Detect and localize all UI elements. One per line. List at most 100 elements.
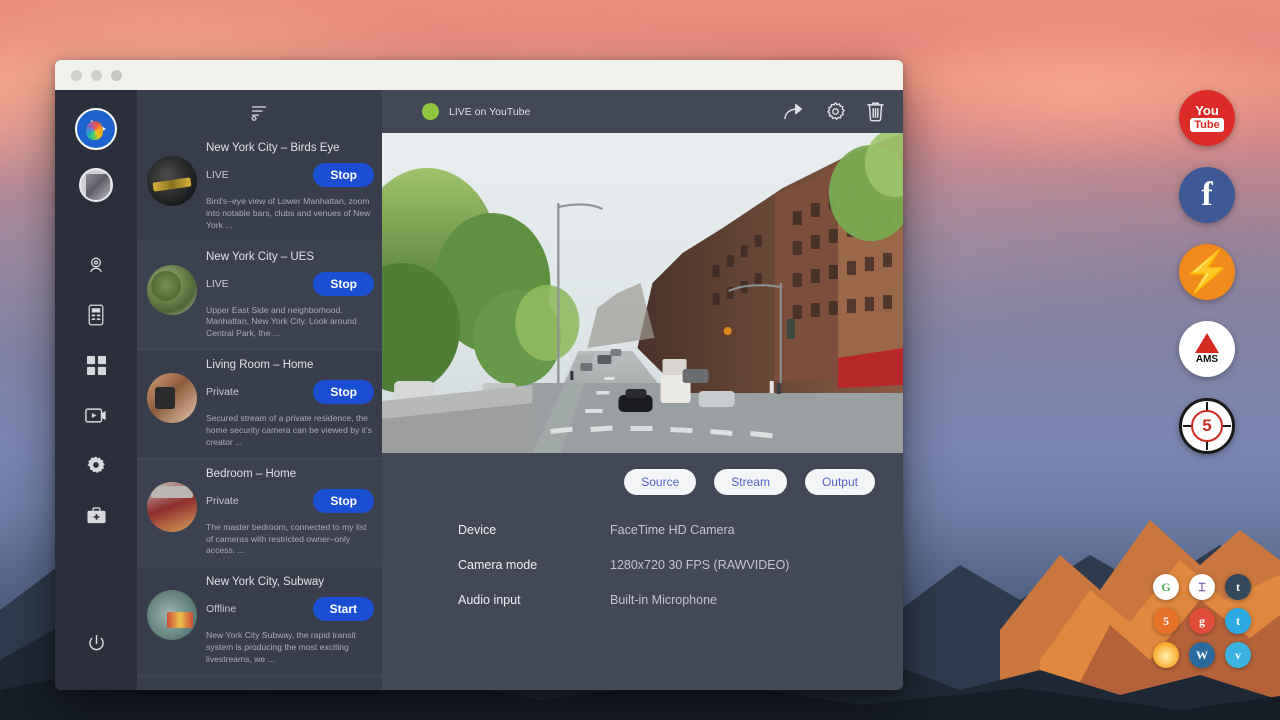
camera-status-row: LIVE Stop: [206, 163, 374, 187]
camera-info: Living Room – Home Private Stop Secured …: [206, 359, 374, 449]
camera-status-row: Offline Start: [206, 597, 374, 621]
filter-icon[interactable]: [249, 101, 271, 123]
info-label: Audio input: [458, 593, 610, 607]
adobe-triangle-icon: [1195, 333, 1219, 353]
camera-description: Upper East Side and neighborhood. Manhat…: [206, 305, 374, 341]
desktop-mini-icons: G ⌶ t 5 g t W v: [1149, 570, 1256, 672]
five-mini-icon[interactable]: 5: [1153, 608, 1179, 634]
sidebar-item-webcam[interactable]: [55, 240, 137, 290]
camera-status-row: Private Stop: [206, 489, 374, 513]
desktop-wallpaper: New York City – Birds Eye LIVE Stop Bird…: [0, 0, 1280, 720]
list-item[interactable]: Bedroom – Home Private Stop The master b…: [137, 459, 382, 568]
camera-action-button[interactable]: Stop: [313, 163, 374, 187]
youtube-line1: You: [1195, 104, 1219, 117]
camera-description: Secured stream of a private residence, t…: [206, 413, 374, 449]
video-preview[interactable]: [382, 133, 903, 453]
sidebar-item-settings[interactable]: [55, 440, 137, 490]
main-panel: LIVE on YouTube: [382, 90, 903, 690]
camera-list-panel: New York City – Birds Eye LIVE Stop Bird…: [137, 90, 382, 690]
close-button[interactable]: [71, 70, 82, 81]
main-header: LIVE on YouTube: [382, 90, 903, 133]
tab-source[interactable]: Source: [624, 469, 696, 495]
list-header: [137, 90, 382, 133]
header-actions: [783, 101, 885, 122]
tumblr-icon[interactable]: t: [1225, 574, 1251, 600]
camera-action-button[interactable]: Stop: [313, 272, 374, 296]
wordpress-icon[interactable]: W: [1189, 642, 1215, 668]
google-plus-mini-icon[interactable]: g: [1189, 608, 1215, 634]
info-label: Device: [458, 523, 610, 537]
camera-description: The master bedroom, connected to my list…: [206, 522, 374, 558]
settings-tabs: Source Stream Output: [382, 453, 903, 495]
live-dot-icon: [422, 103, 439, 120]
ams-label: AMS: [1196, 354, 1218, 365]
minimize-button[interactable]: [91, 70, 102, 81]
title-bar: [55, 60, 903, 90]
camera-title: New York City – UES: [206, 251, 374, 263]
camera-list[interactable]: New York City – Birds Eye LIVE Stop Bird…: [137, 133, 382, 690]
youtube-line2: Tube: [1190, 118, 1223, 132]
sidebar-item-grid[interactable]: [55, 340, 137, 390]
gear-icon[interactable]: [825, 101, 846, 122]
status-badge: LIVE: [206, 169, 229, 181]
sidebar-item-power[interactable]: [55, 618, 137, 668]
camera-action-button[interactable]: Stop: [313, 489, 374, 513]
twitter-mini-icon[interactable]: t: [1225, 608, 1251, 634]
live-status: LIVE on YouTube: [422, 103, 530, 120]
sidebar-item-device[interactable]: [55, 290, 137, 340]
grabyo-icon[interactable]: G: [1153, 574, 1179, 600]
sidebar-item-video[interactable]: [55, 390, 137, 440]
trash-icon[interactable]: [866, 101, 885, 122]
camera-title: Bedroom – Home: [206, 468, 374, 480]
camera-action-button[interactable]: Stop: [313, 380, 374, 404]
avatar[interactable]: [79, 168, 113, 202]
channel-five-desktop-icon[interactable]: 5: [1179, 398, 1235, 454]
status-badge: Private: [206, 386, 239, 398]
camera-info: Bedroom – Home Private Stop The master b…: [206, 468, 374, 558]
vimeo-icon[interactable]: v: [1225, 642, 1251, 668]
sun-mini-icon[interactable]: [1153, 642, 1179, 668]
camera-thumbnail: [147, 482, 197, 532]
status-badge: Offline: [206, 603, 236, 615]
list-item[interactable]: New York City, Subway Offline Start New …: [137, 567, 382, 676]
adobe-ams-desktop-icon[interactable]: AMS: [1179, 321, 1235, 377]
camera-title: New York City, Subway: [206, 576, 374, 588]
sidebar-item-toolkit[interactable]: [55, 490, 137, 540]
info-row-device: Device FaceTime HD Camera: [458, 523, 903, 537]
add-camera-button[interactable]: + Add Camera: [137, 676, 382, 690]
camera-info: New York City, Subway Offline Start New …: [206, 576, 374, 666]
lightning-bolt-icon: ⚡: [1182, 252, 1232, 292]
info-value[interactable]: 1280x720 30 FPS (RAWVIDEO): [610, 558, 789, 572]
app-logo[interactable]: [75, 108, 117, 150]
status-badge: Private: [206, 495, 239, 507]
wowza-desktop-icon[interactable]: ⚡: [1179, 244, 1235, 300]
app-window: New York City – Birds Eye LIVE Stop Bird…: [55, 60, 903, 690]
camera-thumbnail: [147, 590, 197, 640]
facebook-desktop-icon[interactable]: f: [1179, 167, 1235, 223]
five-label: 5: [1191, 410, 1223, 442]
camera-thumbnail: [147, 265, 197, 315]
sidebar-rail: [55, 90, 137, 690]
share-icon[interactable]: [783, 102, 805, 122]
camera-thumbnail: [147, 156, 197, 206]
list-item[interactable]: Living Room – Home Private Stop Secured …: [137, 350, 382, 459]
camera-info: New York City – UES LIVE Stop Upper East…: [206, 251, 374, 341]
info-value[interactable]: Built-in Microphone: [610, 593, 717, 607]
maximize-button[interactable]: [111, 70, 122, 81]
info-row-camera-mode: Camera mode 1280x720 30 FPS (RAWVIDEO): [458, 558, 903, 572]
info-value[interactable]: FaceTime HD Camera: [610, 523, 735, 537]
info-row-audio-input: Audio input Built-in Microphone: [458, 593, 903, 607]
app-body: New York City – Birds Eye LIVE Stop Bird…: [55, 90, 903, 690]
list-item[interactable]: New York City – UES LIVE Stop Upper East…: [137, 242, 382, 351]
camera-thumbnail: [147, 373, 197, 423]
twitch-icon[interactable]: ⌶: [1189, 574, 1215, 600]
camera-action-button[interactable]: Start: [313, 597, 374, 621]
youtube-desktop-icon[interactable]: You Tube: [1179, 90, 1235, 146]
desktop-dock-icons: You Tube f ⚡ AMS 5: [1179, 90, 1235, 475]
tab-output[interactable]: Output: [805, 469, 875, 495]
camera-status-row: LIVE Stop: [206, 272, 374, 296]
list-item[interactable]: New York City – Birds Eye LIVE Stop Bird…: [137, 133, 382, 242]
source-info: Device FaceTime HD Camera Camera mode 12…: [382, 495, 903, 628]
tab-stream[interactable]: Stream: [714, 469, 787, 495]
camera-description: Bird's–eye view of Lower Manhattan, zoom…: [206, 196, 374, 232]
